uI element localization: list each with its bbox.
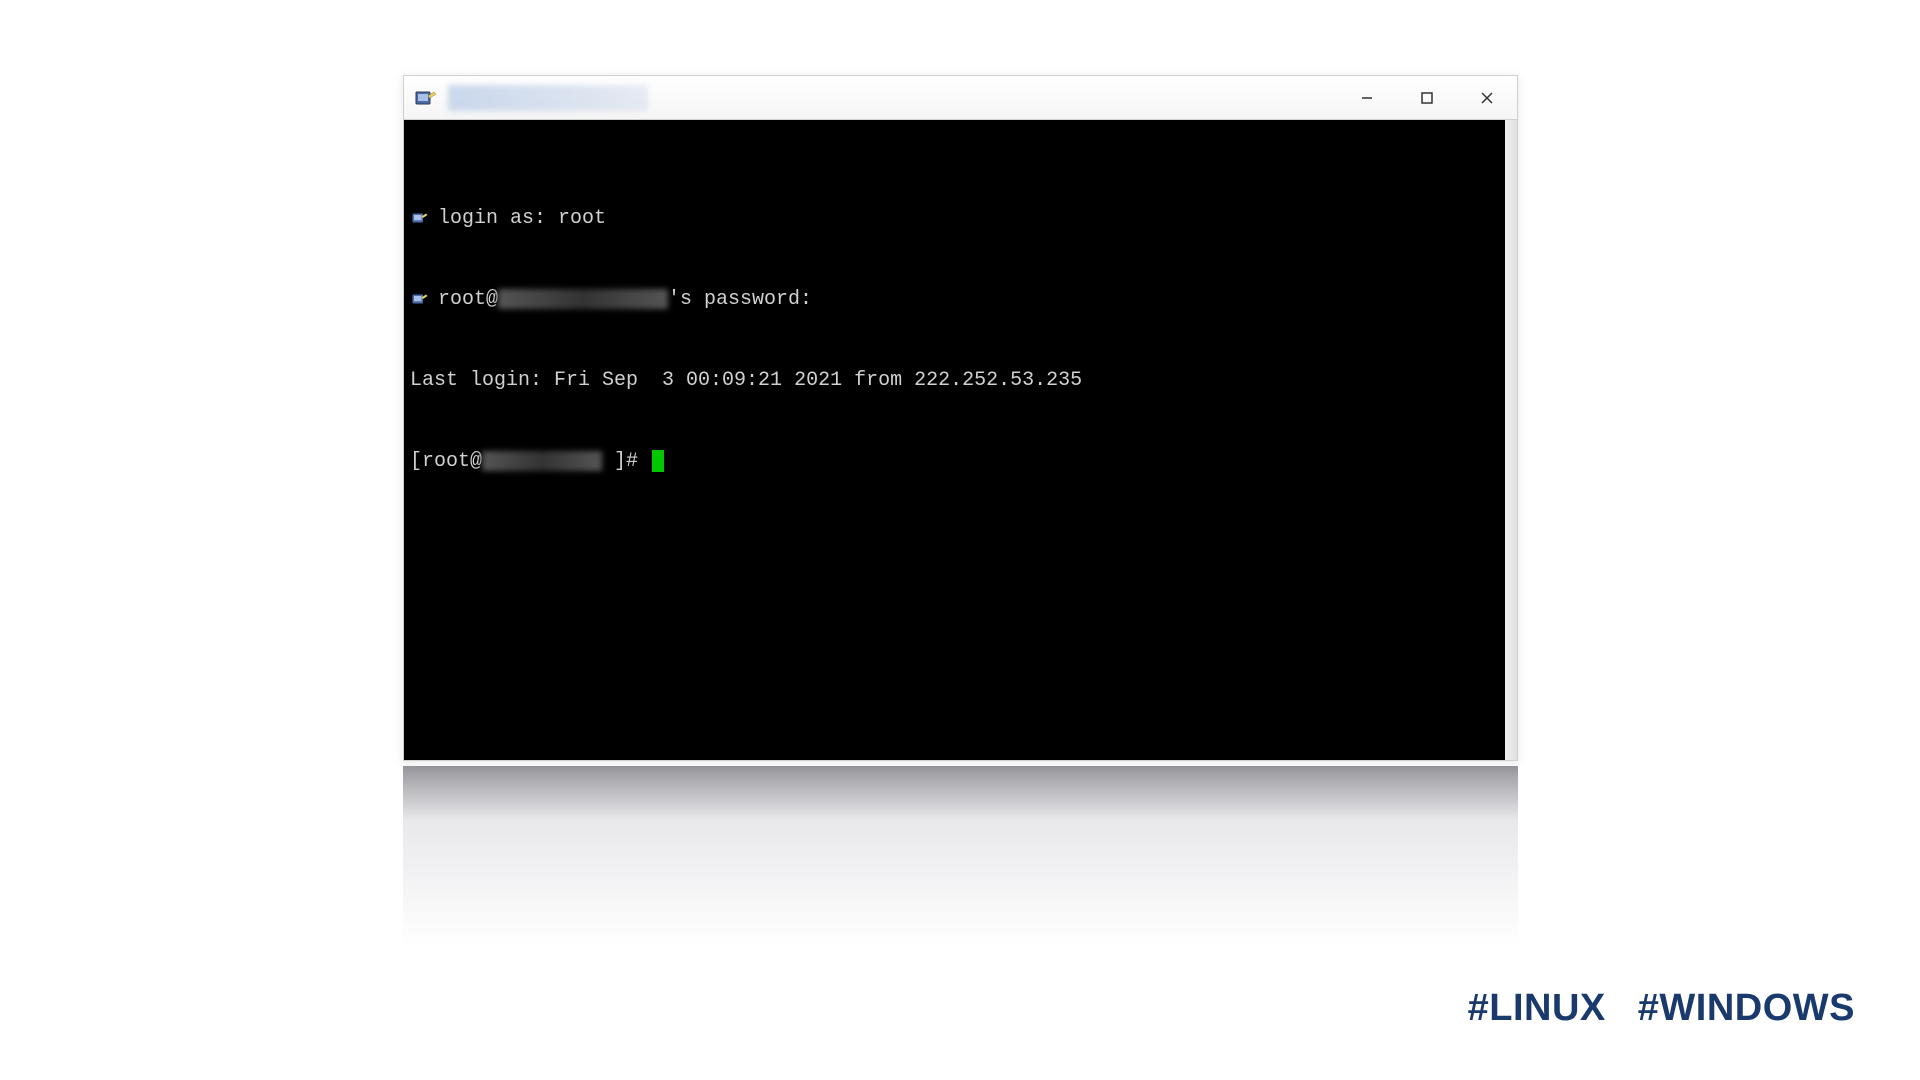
- window-title-blurred: [448, 85, 648, 111]
- hashtag-row: #LINUX #WINDOWS: [1468, 987, 1855, 1030]
- hashtag-linux: #LINUX: [1468, 987, 1606, 1030]
- blurred-host: [498, 289, 668, 309]
- scrollbar[interactable]: [1505, 120, 1517, 760]
- login-prompt: login as:: [438, 207, 558, 230]
- putty-line-icon: [410, 290, 432, 308]
- blurred-host: [482, 451, 602, 471]
- window-controls: [1337, 76, 1517, 119]
- terminal-cursor: [652, 450, 664, 472]
- password-prompt: 's password:: [668, 288, 812, 311]
- window-titlebar[interactable]: [404, 76, 1517, 120]
- hashtag-windows: #WINDOWS: [1638, 987, 1855, 1030]
- close-button[interactable]: [1457, 76, 1517, 119]
- password-user: root@: [438, 288, 498, 311]
- last-login-line: Last login: Fri Sep 3 00:09:21 2021 from…: [410, 367, 1511, 394]
- minimize-button[interactable]: [1337, 76, 1397, 119]
- putty-icon: [414, 86, 438, 110]
- window-reflection: [403, 766, 1518, 946]
- putty-line-icon: [410, 209, 432, 227]
- login-user: root: [558, 207, 606, 230]
- maximize-button[interactable]: [1397, 76, 1457, 119]
- putty-window: login as: root root@ 's password: Last lo…: [403, 75, 1518, 761]
- terminal-output[interactable]: login as: root root@ 's password: Last lo…: [404, 120, 1517, 760]
- shell-prompt-suffix: ]#: [602, 450, 650, 473]
- shell-prompt-prefix: [root@: [410, 450, 482, 473]
